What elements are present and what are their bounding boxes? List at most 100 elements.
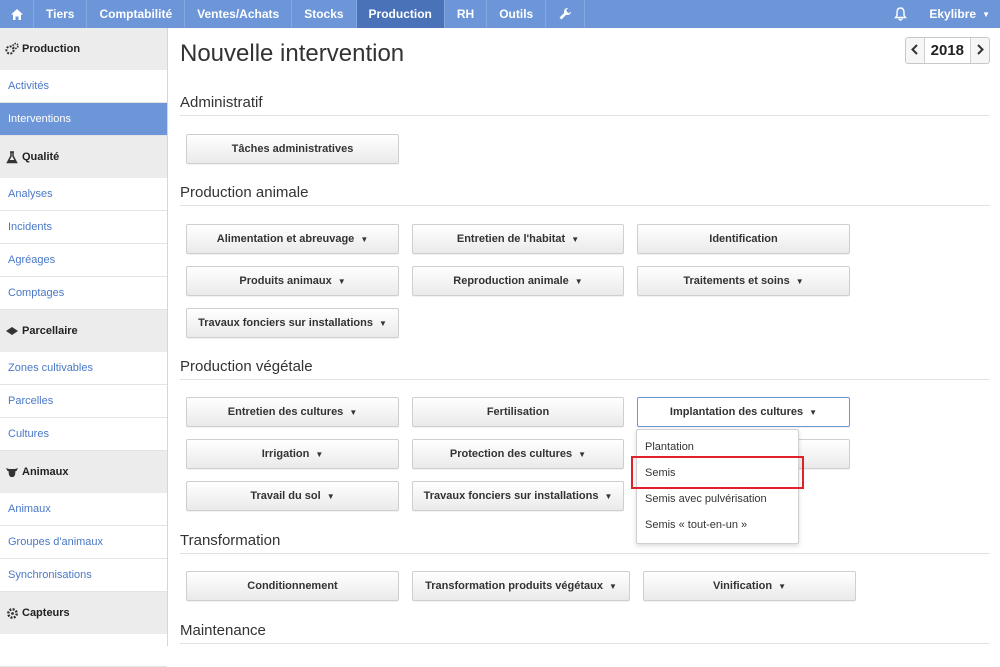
sidebar-item-activites[interactable]: Activités (0, 70, 167, 103)
produits-animaux-button[interactable]: Produits animaux ▼ (186, 266, 399, 296)
caret-down-icon: ▼ (378, 318, 387, 328)
caret-down-icon: ▼ (574, 276, 583, 286)
home-button[interactable] (0, 0, 34, 28)
sidebar-item-partial[interactable] (0, 634, 167, 667)
button-label: Fertilisation (486, 406, 550, 418)
caret-down-icon: ▼ (571, 234, 580, 244)
button-label: Entretien de l'habitat (456, 233, 566, 245)
button-label: Transformation produits végétaux (425, 580, 603, 592)
travaux-fonciers-animale-button[interactable]: Travaux fonciers sur installations ▼ (186, 308, 399, 338)
conditionnement-button[interactable]: Conditionnement (186, 571, 399, 601)
button-label: Entretien des cultures (227, 406, 344, 418)
transformation-produits-vegetaux-button[interactable]: Transformation produits végétaux ▼ (412, 571, 630, 601)
section-title-administratif: Administratif (180, 94, 990, 116)
protection-cultures-button[interactable]: Protection des cultures ▼ (412, 439, 624, 469)
sidebar-section-title: Capteurs (22, 607, 70, 619)
caret-down-icon: ▼ (578, 449, 587, 459)
section-title-production-animale: Production animale (180, 184, 990, 206)
travail-sol-button[interactable]: Travail du sol ▼ (186, 481, 399, 511)
sidebar-item-synchronisations[interactable]: Synchronisations (0, 559, 167, 592)
sidebar-item-animaux[interactable]: Animaux (0, 493, 167, 526)
cow-icon (5, 465, 19, 479)
sidebar-item-groupes-animaux[interactable]: Groupes d'animaux (0, 526, 167, 559)
taches-administratives-button[interactable]: Tâches administratives (186, 134, 399, 164)
sidebar-section-parcellaire: Parcellaire (0, 310, 167, 352)
caret-down-icon: ▼ (604, 491, 613, 501)
nav-tiers[interactable]: Tiers (34, 0, 88, 28)
sidebar-item-comptages[interactable]: Comptages (0, 277, 167, 310)
nav-outils[interactable]: Outils (487, 0, 547, 28)
notifications-button[interactable] (882, 0, 919, 28)
identification-button[interactable]: Identification (637, 224, 850, 254)
vinification-button[interactable]: Vinification ▼ (643, 571, 856, 601)
sidebar-section-title: Parcellaire (22, 325, 78, 337)
top-navbar: Tiers Comptabilité Ventes/Achats Stocks … (0, 0, 1000, 28)
button-label: Tâches administratives (231, 143, 354, 155)
alimentation-abreuvage-button[interactable]: Alimentation et abreuvage ▼ (186, 224, 399, 254)
sidebar-section-qualite: Qualité (0, 136, 167, 178)
sidebar-section-title: Animaux (22, 466, 69, 478)
travaux-fonciers-vegetale-button[interactable]: Travaux fonciers sur installations ▼ (412, 481, 624, 511)
caret-down-icon: ▼ (778, 581, 786, 591)
user-menu[interactable]: Ekylibre ▼ (919, 0, 1000, 28)
section-title-transformation: Transformation (180, 532, 990, 554)
button-label: Conditionnement (247, 580, 338, 592)
caret-down-icon: ▼ (982, 9, 990, 19)
button-label: Travaux fonciers sur installations (198, 317, 373, 329)
gears-icon (5, 42, 19, 56)
entretien-cultures-button[interactable]: Entretien des cultures ▼ (186, 397, 399, 427)
caret-down-icon: ▼ (326, 491, 335, 501)
traitements-soins-button[interactable]: Traitements et soins ▼ (637, 266, 850, 296)
sidebar-item-zones-cultivables[interactable]: Zones cultivables (0, 352, 167, 385)
caret-down-icon: ▼ (360, 234, 369, 244)
year-value: 2018 (923, 38, 971, 63)
sidebar-item-interventions[interactable]: Interventions (0, 103, 167, 136)
sidebar-section-capteurs: Capteurs (0, 592, 167, 634)
button-label: Produits animaux (239, 275, 332, 287)
nav-ventes-achats[interactable]: Ventes/Achats (185, 0, 293, 28)
reproduction-animale-button[interactable]: Reproduction animale ▼ (412, 266, 624, 296)
nav-comptabilite[interactable]: Comptabilité (87, 0, 186, 28)
caret-down-icon: ▼ (337, 276, 346, 286)
caret-down-icon: ▼ (795, 276, 804, 286)
highlight-annotation-box (631, 456, 804, 489)
sidebar-item-agreages[interactable]: Agréages (0, 244, 167, 277)
bell-icon (894, 7, 908, 21)
caret-down-icon: ▼ (349, 407, 358, 417)
sidebar-section-title: Production (22, 43, 81, 55)
button-label: Implantation des cultures (669, 406, 804, 418)
irrigation-button[interactable]: Irrigation ▼ (186, 439, 399, 469)
nav-rh[interactable]: RH (445, 0, 488, 28)
sidebar-item-cultures[interactable]: Cultures (0, 418, 167, 451)
nav-stocks[interactable]: Stocks (292, 0, 357, 28)
next-year-button[interactable] (971, 38, 989, 63)
chevron-right-icon (976, 43, 984, 58)
sidebar: Production Activités Interventions Quali… (0, 28, 168, 667)
implantation-cultures-button[interactable]: Implantation des cultures ▼ (637, 397, 850, 427)
nav-production[interactable]: Production (356, 0, 445, 28)
sidebar-item-analyses[interactable]: Analyses (0, 178, 167, 211)
button-label: Travail du sol (250, 490, 321, 502)
caret-down-icon: ▼ (608, 581, 617, 591)
button-label: Traitements et soins (683, 275, 790, 287)
sidebar-item-incidents[interactable]: Incidents (0, 211, 167, 244)
section-title-maintenance: Maintenance (180, 622, 990, 644)
wrench-icon (558, 7, 572, 21)
chevron-left-icon (911, 43, 918, 58)
page-title: Nouvelle intervention (180, 40, 405, 67)
button-label: Protection des cultures (449, 448, 573, 460)
menu-item-semis-tout-en-un[interactable]: Semis « tout-en-un » (637, 512, 798, 538)
sidebar-item-parcelles[interactable]: Parcelles (0, 385, 167, 418)
year-navigator: 2018 (904, 37, 990, 64)
entretien-habitat-button[interactable]: Entretien de l'habitat ▼ (412, 224, 624, 254)
fertilisation-button[interactable]: Fertilisation (412, 397, 624, 427)
gear-icon (5, 606, 19, 620)
button-label: Reproduction animale (453, 275, 569, 287)
button-label: Vinification (712, 580, 773, 592)
menu-item-semis-pulverisation[interactable]: Semis avec pulvérisation (637, 486, 798, 512)
previous-year-button[interactable] (906, 38, 924, 63)
button-label: Travaux fonciers sur installations (423, 490, 599, 502)
nav-settings-button[interactable] (546, 0, 586, 28)
user-name: Ekylibre (929, 7, 977, 21)
